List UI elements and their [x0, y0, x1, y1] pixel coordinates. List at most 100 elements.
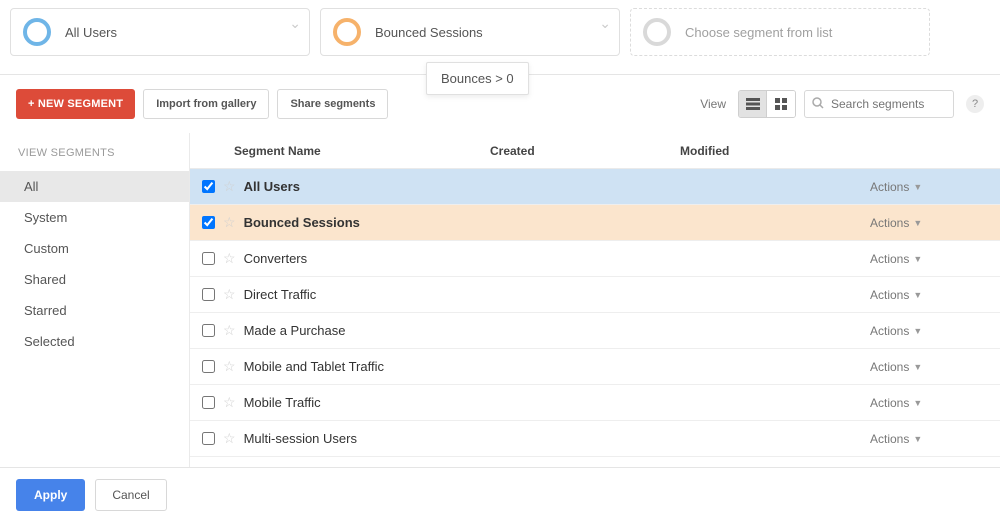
row-actions-menu[interactable]: Actions ▼ — [870, 252, 1000, 266]
header-created[interactable]: Created — [490, 144, 680, 158]
row-actions-menu[interactable]: Actions▼ — [870, 324, 1000, 338]
caret-down-icon: ▼ — [913, 362, 922, 372]
table-row[interactable]: ☆ Mobile Traffic Actions ▼ — [190, 385, 1000, 421]
segment-name-text: Bounced Sessions — [244, 215, 360, 230]
sidebar-item-shared[interactable]: Shared — [0, 264, 189, 295]
table-row[interactable]: ☆ Bounced Sessions Actions ▼ — [190, 205, 1000, 241]
sidebar-item-selected[interactable]: Selected — [0, 326, 189, 357]
view-label: View — [700, 97, 726, 111]
row-name-cell: ☆ Multi-session Users — [190, 430, 490, 447]
sidebar-item-starred[interactable]: Starred — [0, 295, 189, 326]
row-actions-menu[interactable]: Actions ▼ — [870, 360, 1000, 374]
row-actions-menu[interactable]: Actions ▼ — [870, 180, 1000, 194]
table-row[interactable]: ☆ Converters Actions ▼ — [190, 241, 1000, 277]
row-checkbox[interactable] — [202, 432, 215, 445]
row-name-cell: ☆ Mobile Traffic — [190, 394, 490, 411]
row-name-cell: ☆ Converters — [190, 250, 490, 267]
row-checkbox[interactable] — [202, 396, 215, 409]
view-grid-icon[interactable] — [767, 91, 795, 117]
segment-name-text: Mobile Traffic — [244, 395, 321, 410]
caret-down-icon: ▼ — [913, 290, 922, 300]
segment-name-text: Multi-session Users — [244, 431, 357, 446]
sidebar-item-custom[interactable]: Custom — [0, 233, 189, 264]
caret-down-icon: ▼ — [913, 398, 922, 408]
cancel-button[interactable]: Cancel — [95, 479, 166, 511]
segment-bar: All Users ⌄ Bounced Sessions ⌄ Choose se… — [0, 0, 1000, 64]
actions-label: Actions — [870, 180, 909, 194]
row-checkbox[interactable] — [202, 216, 215, 229]
table-row[interactable]: ☆ Direct Traffic Actions ▼ — [190, 277, 1000, 313]
row-checkbox[interactable] — [202, 252, 215, 265]
table-row[interactable]: ☆Made a Purchase Actions▼ — [190, 313, 1000, 349]
segment-color-icon — [333, 18, 361, 46]
action-bar-right: View ? — [700, 90, 984, 118]
caret-down-icon: ▼ — [913, 254, 922, 264]
star-icon[interactable]: ☆ — [223, 250, 236, 267]
segment-name-text: All Users — [244, 179, 300, 194]
row-actions-menu[interactable]: Actions ▼ — [870, 396, 1000, 410]
star-icon[interactable]: ☆ — [223, 322, 236, 339]
row-checkbox[interactable] — [202, 324, 215, 337]
row-checkbox[interactable] — [202, 288, 215, 301]
actions-label: Actions — [870, 360, 909, 374]
segment-name-text: Converters — [244, 251, 308, 266]
sidebar: VIEW SEGMENTS All System Custom Shared S… — [0, 133, 190, 469]
row-name-cell: ☆Made a Purchase — [190, 322, 490, 339]
scrollbar[interactable] — [994, 133, 1000, 469]
segment-name-text: Direct Traffic — [244, 287, 317, 302]
share-segments-button[interactable]: Share segments — [277, 89, 388, 119]
star-icon[interactable]: ☆ — [223, 394, 236, 411]
search-segments-input[interactable] — [804, 90, 954, 118]
actions-label: Actions — [870, 216, 909, 230]
table-row[interactable]: ☆ Multi-session Users Actions▼ — [190, 421, 1000, 457]
table-body: ☆All UsersActions▼☆Bounced SessionsActio… — [190, 169, 1000, 469]
actions-label: Actions — [870, 252, 909, 266]
chevron-down-icon[interactable]: ⌄ — [289, 15, 301, 32]
star-icon[interactable]: ☆ — [223, 178, 236, 195]
row-checkbox[interactable] — [202, 360, 215, 373]
apply-button[interactable]: Apply — [16, 479, 85, 511]
segment-panel: + NEW SEGMENT Import from gallery Share … — [0, 74, 1000, 469]
actions-label: Actions — [870, 288, 909, 302]
star-icon[interactable]: ☆ — [223, 286, 236, 303]
row-name-cell: ☆ Direct Traffic — [190, 286, 490, 303]
segment-slot-bounced-sessions[interactable]: Bounced Sessions ⌄ — [320, 8, 620, 56]
star-icon[interactable]: ☆ — [223, 358, 236, 375]
chevron-down-icon[interactable]: ⌄ — [599, 15, 611, 32]
view-list-icon[interactable] — [739, 91, 767, 117]
segment-color-icon — [643, 18, 671, 46]
header-modified[interactable]: Modified — [680, 144, 870, 158]
new-segment-button[interactable]: + NEW SEGMENT — [16, 89, 135, 119]
search-wrap — [804, 90, 954, 118]
actions-label: Actions — [870, 396, 909, 410]
row-name-cell: ☆ All Users — [190, 178, 490, 195]
row-actions-menu[interactable]: Actions▼ — [870, 432, 1000, 446]
row-actions-menu[interactable]: Actions ▼ — [870, 216, 1000, 230]
sidebar-item-system[interactable]: System — [0, 202, 189, 233]
table-row[interactable]: ☆ Mobile and Tablet Traffic Actions ▼ — [190, 349, 1000, 385]
star-icon[interactable]: ☆ — [223, 214, 236, 231]
help-icon[interactable]: ? — [966, 95, 984, 113]
row-name-cell: ☆ Bounced Sessions — [190, 214, 490, 231]
segments-table: Segment Name Created Modified ☆ All Users… — [190, 133, 1000, 469]
caret-down-icon: ▼ — [913, 182, 922, 192]
action-bar: + NEW SEGMENT Import from gallery Share … — [0, 75, 1000, 133]
caret-down-icon: ▼ — [913, 326, 922, 336]
caret-down-icon: ▼ — [913, 218, 922, 228]
segment-name-text: Mobile and Tablet Traffic — [244, 359, 384, 374]
segment-slot-all-users[interactable]: All Users ⌄ — [10, 8, 310, 56]
header-segment-name[interactable]: Segment Name — [190, 144, 490, 158]
row-name-cell: ☆ Mobile and Tablet Traffic — [190, 358, 490, 375]
row-checkbox[interactable] — [202, 180, 215, 193]
segment-slot-label: All Users — [65, 25, 117, 40]
main-area: VIEW SEGMENTS All System Custom Shared S… — [0, 133, 1000, 469]
import-from-gallery-button[interactable]: Import from gallery — [143, 89, 269, 119]
sidebar-title: VIEW SEGMENTS — [0, 133, 189, 171]
footer-bar: Apply Cancel — [0, 467, 1000, 521]
sidebar-item-all[interactable]: All — [0, 171, 189, 202]
star-icon[interactable]: ☆ — [223, 430, 236, 447]
segment-slot-empty[interactable]: Choose segment from list — [630, 8, 930, 56]
row-actions-menu[interactable]: Actions ▼ — [870, 288, 1000, 302]
segment-slot-label: Bounced Sessions — [375, 25, 483, 40]
table-row[interactable]: ☆ All Users Actions ▼ — [190, 169, 1000, 205]
